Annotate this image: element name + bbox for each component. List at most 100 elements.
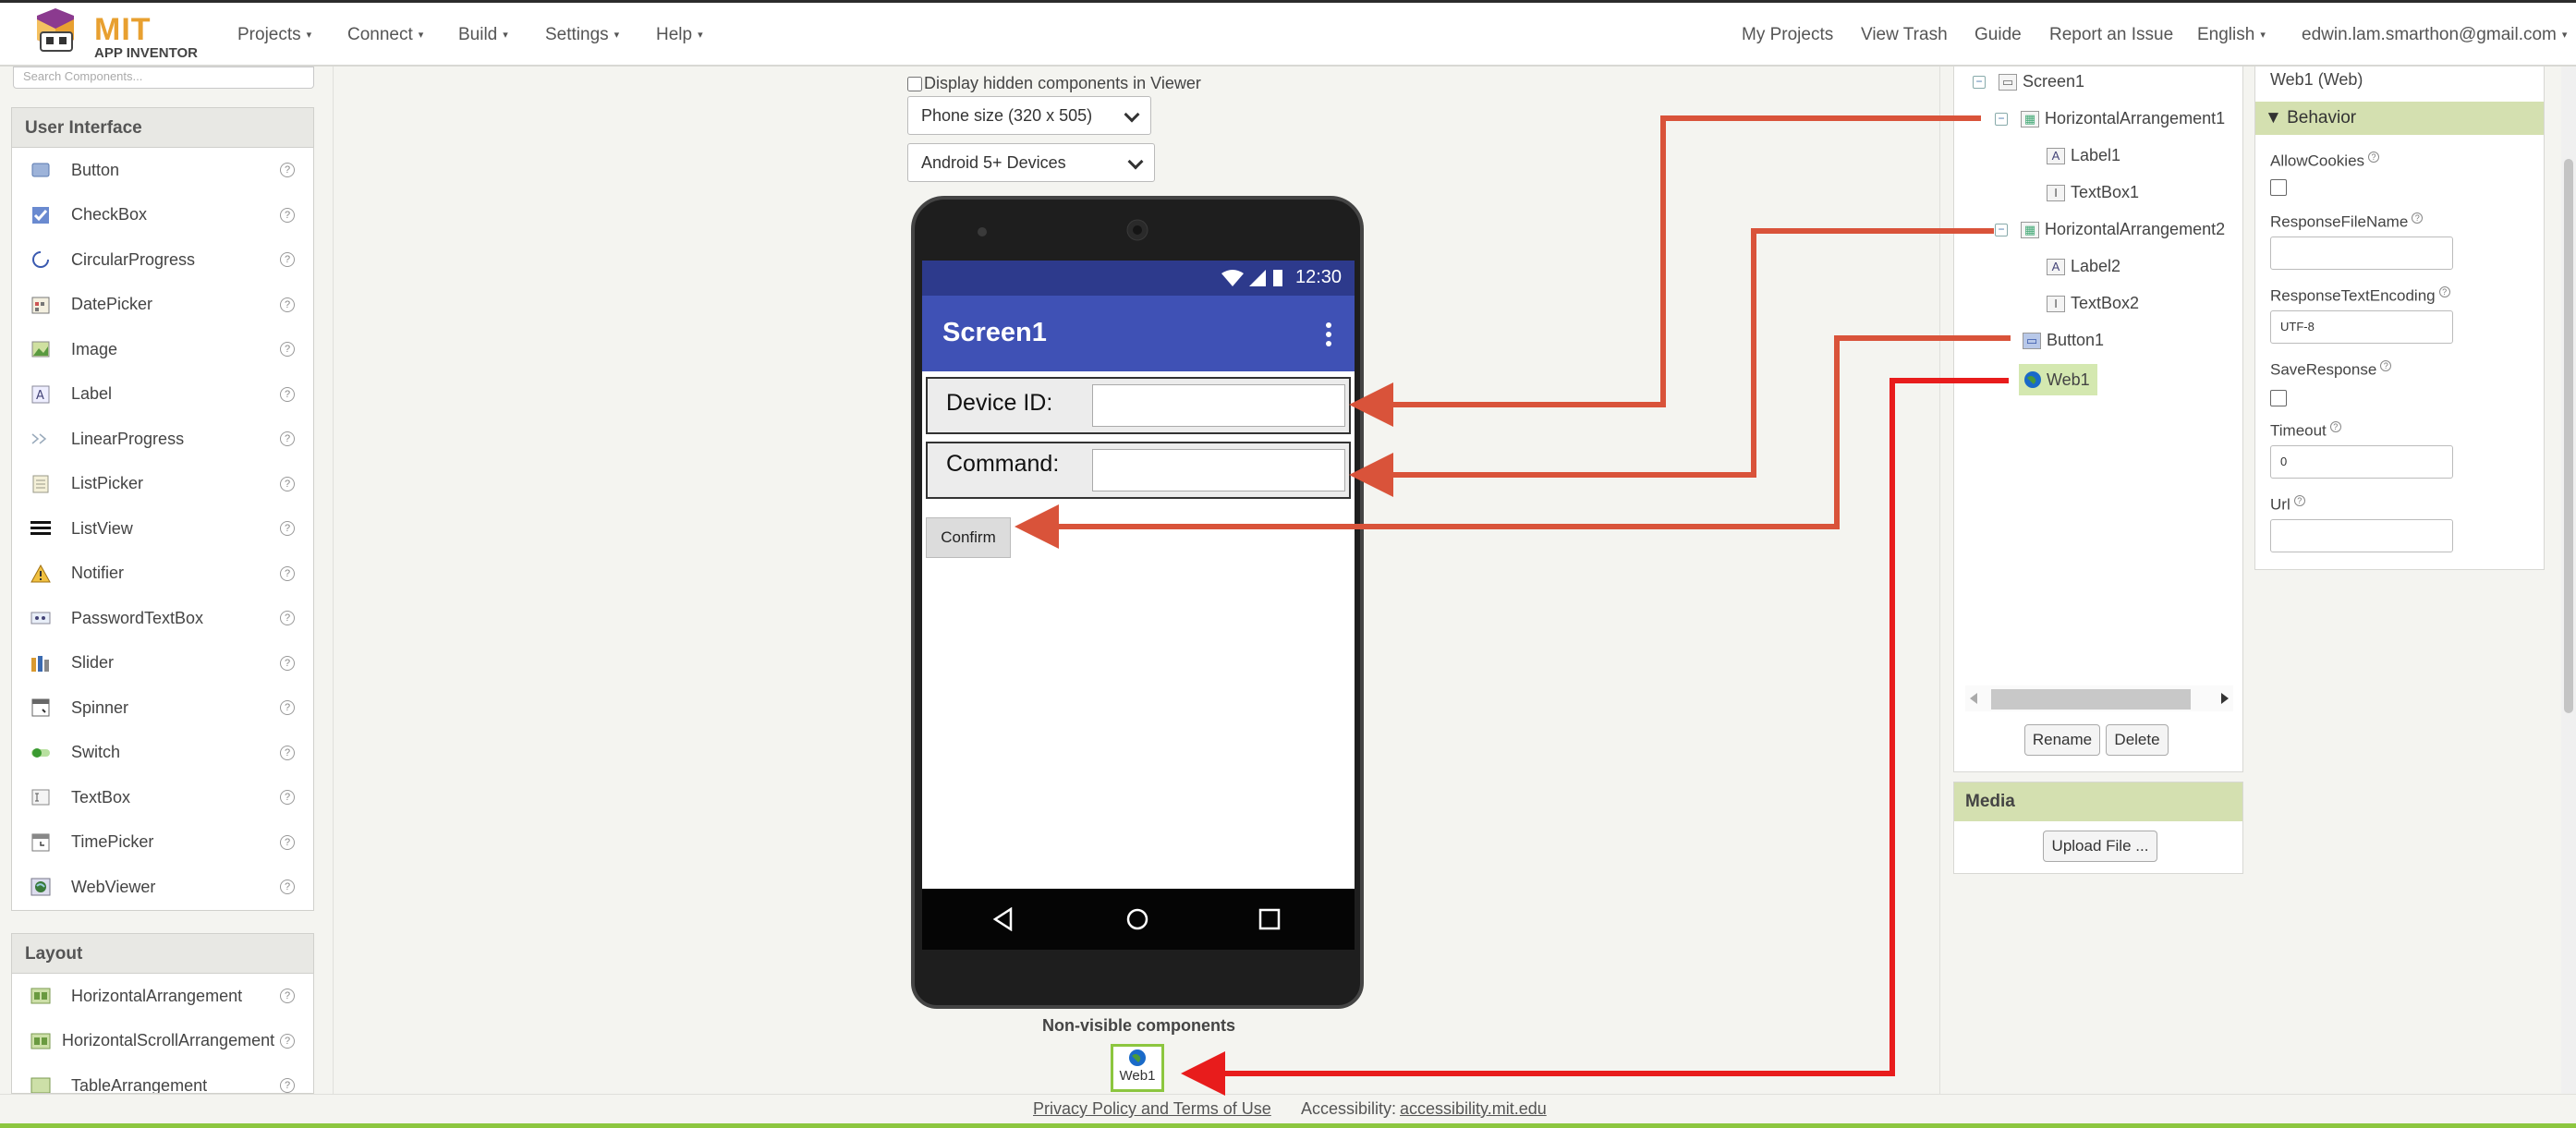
scroll-thumb[interactable] [2564, 159, 2573, 713]
help-icon[interactable]: ? [280, 989, 295, 1004]
tree-item-horizontalarrangement2[interactable]: − ▦ HorizontalArrangement2 [1995, 220, 2225, 239]
help-icon[interactable]: ? [280, 207, 295, 223]
help-icon[interactable]: ? [280, 745, 295, 760]
help-icon[interactable]: ? [280, 476, 295, 491]
tree-item-textbox2[interactable]: I TextBox2 [2047, 294, 2139, 313]
tree-horizontal-scrollbar[interactable] [1965, 685, 2233, 711]
save-response-checkbox[interactable] [2270, 390, 2287, 406]
help-icon[interactable]: ? [280, 297, 295, 312]
palette-item-image[interactable]: Image? [12, 327, 313, 372]
tree-item-screen1[interactable]: − ▭ Screen1 [1973, 72, 2084, 91]
response-file-name-input[interactable] [2270, 237, 2453, 270]
guide-link[interactable]: Guide [1975, 25, 2022, 45]
tree-item-web1[interactable]: Web1 [2019, 364, 2097, 395]
app-inventor-logo[interactable]: MIT APP INVENTOR [28, 8, 203, 64]
search-components-input[interactable]: Search Components... [13, 67, 314, 89]
my-projects-link[interactable]: My Projects [1742, 25, 1833, 45]
collapse-toggle-icon[interactable]: − [1973, 75, 1986, 89]
report-issue-link[interactable]: Report an Issue [2049, 25, 2173, 45]
account-menu[interactable]: edwin.lam.smarthon@gmail.com ▾ [2302, 25, 2567, 45]
horizontal-arrangement-1[interactable]: Device ID: [926, 377, 1351, 434]
palette-item-timepicker[interactable]: TimePicker? [12, 820, 313, 866]
rename-button[interactable]: Rename [2024, 724, 2100, 756]
display-hidden-components-checkbox[interactable]: Display hidden components in Viewer [907, 74, 1201, 93]
palette-item-checkbox[interactable]: CheckBox? [12, 193, 313, 238]
menu-help[interactable]: Help ▾ [656, 25, 703, 45]
upload-file-button[interactable]: Upload File ... [2043, 831, 2157, 862]
palette-item-listpicker[interactable]: ListPicker? [12, 462, 313, 507]
menu-settings[interactable]: Settings ▾ [545, 25, 619, 45]
help-icon[interactable]: ? [280, 163, 295, 178]
home-icon[interactable] [1125, 907, 1149, 931]
help-icon[interactable]: ? [280, 611, 295, 626]
scroll-thumb[interactable] [1991, 689, 2191, 710]
tree-item-label2[interactable]: A Label2 [2047, 257, 2120, 276]
palette-item-switch[interactable]: Switch? [12, 731, 313, 776]
tree-item-button1[interactable]: ▭ Button1 [2023, 331, 2104, 350]
overflow-menu-icon[interactable] [1325, 321, 1332, 347]
palette-item-textbox[interactable]: TextBox? [12, 775, 313, 820]
help-icon[interactable]: ? [280, 790, 295, 806]
help-icon[interactable]: ? [280, 1033, 295, 1049]
collapse-toggle-icon[interactable]: − [1995, 112, 2008, 126]
phone-size-select[interactable]: Phone size (320 x 505) [907, 96, 1151, 135]
page-vertical-scrollbar[interactable] [2561, 67, 2576, 1094]
palette-item-label[interactable]: A Label? [12, 372, 313, 418]
user-interface-header[interactable]: User Interface [11, 107, 314, 148]
layout-header[interactable]: Layout [11, 933, 314, 974]
palette-item-webviewer[interactable]: WebViewer? [12, 865, 313, 910]
palette-item-datepicker[interactable]: DatePicker? [12, 283, 313, 328]
device-id-textbox[interactable] [1092, 384, 1345, 427]
non-visible-web1[interactable]: Web1 [1111, 1044, 1164, 1092]
help-icon[interactable]: ? [2438, 286, 2450, 297]
scroll-right-icon[interactable] [2220, 692, 2230, 705]
palette-item-spinner[interactable]: Spinner? [12, 685, 313, 731]
help-icon[interactable]: ? [2293, 495, 2305, 506]
menu-build[interactable]: Build ▾ [458, 25, 508, 45]
help-icon[interactable]: ? [280, 342, 295, 358]
privacy-policy-link[interactable]: Privacy Policy and Terms of Use [1033, 1099, 1271, 1119]
palette-item-notifier[interactable]: Notifier? [12, 552, 313, 597]
command-textbox[interactable] [1092, 449, 1345, 491]
horizontal-arrangement-2[interactable]: Command: [926, 442, 1351, 499]
tree-item-label1[interactable]: A Label1 [2047, 146, 2120, 165]
allow-cookies-checkbox[interactable] [2270, 179, 2287, 196]
back-icon[interactable] [992, 907, 1015, 931]
help-icon[interactable]: ? [280, 431, 295, 447]
palette-item-horizontalarrangement[interactable]: HorizontalArrangement? [12, 974, 313, 1019]
timeout-input[interactable]: 0 [2270, 445, 2453, 479]
help-icon[interactable]: ? [280, 1078, 295, 1093]
accessibility-link[interactable]: accessibility.mit.edu [1400, 1099, 1547, 1119]
palette-item-button[interactable]: Button? [12, 148, 313, 193]
help-icon[interactable]: ? [2329, 421, 2341, 432]
help-icon[interactable]: ? [280, 565, 295, 581]
palette-item-tablearrangement[interactable]: TableArrangement? [12, 1063, 313, 1093]
help-icon[interactable]: ? [280, 879, 295, 895]
device-select[interactable]: Android 5+ Devices [907, 143, 1155, 182]
language-menu[interactable]: English ▾ [2197, 25, 2266, 45]
confirm-button[interactable]: Confirm [926, 517, 1011, 558]
help-icon[interactable]: ? [2412, 212, 2424, 224]
palette-item-horizontalscrollarrangement[interactable]: HorizontalScrollArrangement? [12, 1019, 313, 1064]
palette-item-circularprogress[interactable]: CircularProgress? [12, 237, 313, 283]
help-icon[interactable]: ? [280, 655, 295, 671]
tree-item-textbox1[interactable]: I TextBox1 [2047, 183, 2139, 202]
hidden-components-checkbox[interactable] [907, 77, 922, 92]
scroll-left-icon[interactable] [1969, 692, 1978, 705]
help-icon[interactable]: ? [280, 700, 295, 716]
behavior-section-header[interactable]: ▼ Behavior [2255, 102, 2544, 135]
view-trash-link[interactable]: View Trash [1861, 25, 1948, 45]
help-icon[interactable]: ? [280, 834, 295, 850]
delete-button[interactable]: Delete [2106, 724, 2169, 756]
response-text-encoding-input[interactable]: UTF-8 [2270, 310, 2453, 344]
help-icon[interactable]: ? [280, 521, 295, 537]
help-icon[interactable]: ? [280, 386, 295, 402]
help-icon[interactable]: ? [2368, 152, 2380, 163]
help-icon[interactable]: ? [280, 252, 295, 268]
recents-icon[interactable] [1258, 908, 1281, 930]
menu-connect[interactable]: Connect ▾ [347, 25, 423, 45]
palette-item-passwordtextbox[interactable]: PasswordTextBox? [12, 596, 313, 641]
menu-projects[interactable]: Projects ▾ [237, 25, 311, 45]
collapse-toggle-icon[interactable]: − [1995, 223, 2008, 237]
url-input[interactable] [2270, 519, 2453, 552]
